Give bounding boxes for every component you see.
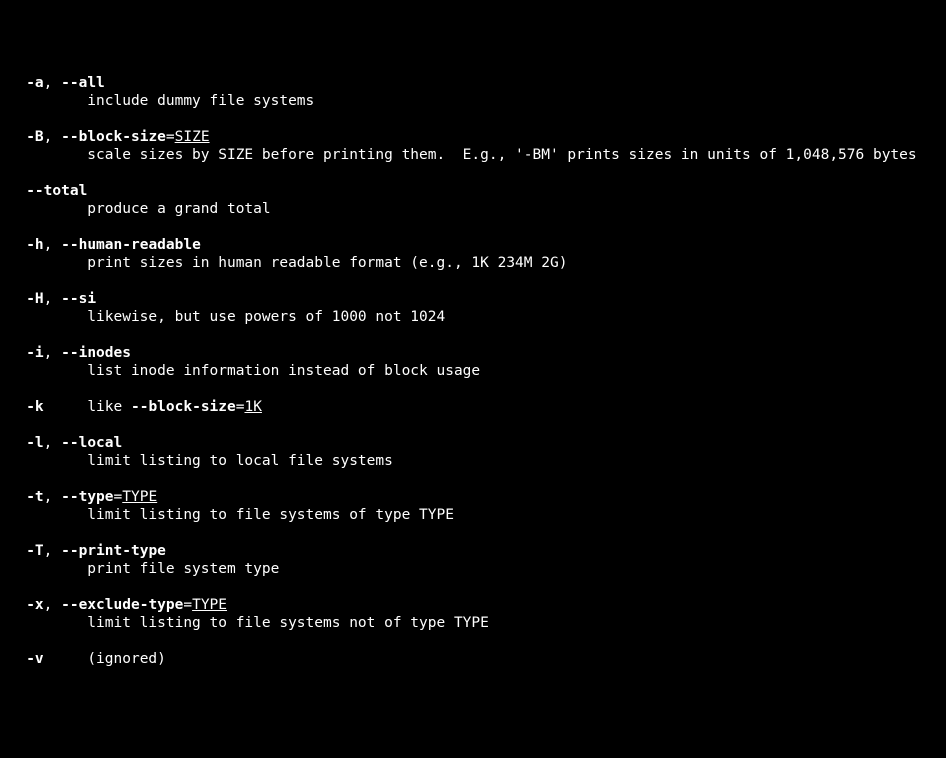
blank-line: [0, 218, 946, 236]
blank-line: [0, 272, 946, 290]
option-desc-line: include dummy file systems: [0, 92, 946, 110]
blank-line: [0, 524, 946, 542]
blank-line: [0, 632, 946, 650]
option-flag-line: -v (ignored): [0, 650, 946, 668]
option-flag-line: -T, --print-type: [0, 542, 946, 560]
option-desc-line: list inode information instead of block …: [0, 362, 946, 380]
option-flag-line: -h, --human-readable: [0, 236, 946, 254]
option-desc-line: produce a grand total: [0, 200, 946, 218]
blank-line: [0, 578, 946, 596]
blank-line: [0, 380, 946, 398]
option-flag-line: -H, --si: [0, 290, 946, 308]
blank-line: [0, 164, 946, 182]
option-desc-line: limit listing to file systems of type TY…: [0, 506, 946, 524]
option-flag-line: -i, --inodes: [0, 344, 946, 362]
option-flag-line: -x, --exclude-type=TYPE: [0, 596, 946, 614]
option-flag-line: -B, --block-size=SIZE: [0, 128, 946, 146]
blank-line: [0, 470, 946, 488]
option-desc-line: limit listing to file systems not of typ…: [0, 614, 946, 632]
option-flag-line: --total: [0, 182, 946, 200]
blank-line: [0, 326, 946, 344]
option-flag-line: -k like --block-size=1K: [0, 398, 946, 416]
option-desc-line: print file system type: [0, 560, 946, 578]
option-flag-line: -a, --all: [0, 74, 946, 92]
blank-line: [0, 110, 946, 128]
option-desc-line: limit listing to local file systems: [0, 452, 946, 470]
option-desc-line: likewise, but use powers of 1000 not 102…: [0, 308, 946, 326]
option-desc-line: print sizes in human readable format (e.…: [0, 254, 946, 272]
option-flag-line: -l, --local: [0, 434, 946, 452]
option-flag-line: -t, --type=TYPE: [0, 488, 946, 506]
option-desc-line: scale sizes by SIZE before printing them…: [0, 146, 946, 164]
manpage-content: -a, --all include dummy file systems -B,…: [0, 74, 946, 668]
blank-line: [0, 416, 946, 434]
